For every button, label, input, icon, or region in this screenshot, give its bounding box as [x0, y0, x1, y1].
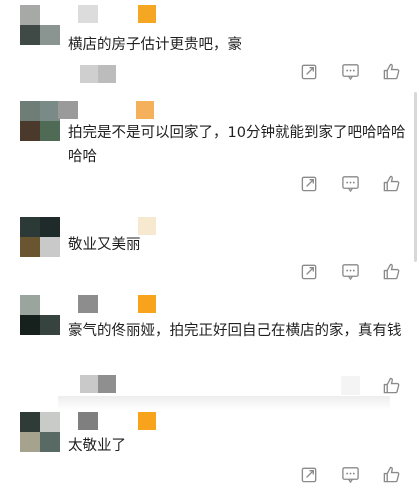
comment-actions [300, 61, 401, 81]
avatar-pixel [40, 25, 60, 45]
username-blur[interactable] [78, 295, 98, 313]
reply-pixel [80, 375, 98, 393]
avatar-pixel [20, 25, 40, 45]
avatar-pixel [20, 412, 40, 432]
reply-pixel [98, 65, 116, 83]
reply-author-blur [80, 375, 118, 393]
thumbs-up-icon[interactable] [382, 465, 401, 484]
level-badge [138, 295, 156, 313]
avatar-pixel [40, 5, 60, 25]
avatar-pixel [40, 121, 60, 141]
avatar[interactable] [20, 295, 60, 335]
avatar-pixel [20, 315, 40, 335]
share-icon[interactable] [300, 62, 319, 81]
thumbs-up-icon[interactable] [382, 376, 401, 395]
comment-text: 拍完是不是可以回家了，10分钟就能到家了吧哈哈哈哈哈 [68, 125, 406, 165]
avatar-pixel [40, 315, 60, 335]
thumbs-up-icon[interactable] [382, 174, 401, 193]
avatar-pixel [20, 237, 40, 257]
share-placeholder [300, 376, 319, 395]
reply-pixel [98, 375, 116, 393]
comment-text: 敬业又美丽 [68, 237, 141, 253]
thumbs-up-icon[interactable] [382, 262, 401, 281]
comment-text: 横店的房子估计更贵吧，豪 [68, 37, 242, 53]
comment-actions [300, 261, 401, 281]
avatar-pixel [20, 121, 40, 141]
comment-actions [300, 173, 401, 193]
comment-icon[interactable] [341, 262, 360, 281]
username-blur[interactable] [78, 412, 98, 430]
comment-text: 太敬业了 [68, 438, 126, 454]
reply-author-blur [80, 65, 118, 83]
reply-pixel [80, 65, 98, 83]
avatar-pixel [40, 101, 60, 121]
avatar[interactable] [20, 5, 60, 45]
avatar-pixel [20, 217, 40, 237]
level-badge [138, 5, 156, 23]
level-badge [136, 101, 154, 119]
comment-icon[interactable] [341, 174, 360, 193]
avatar[interactable] [20, 217, 60, 257]
comment-icon[interactable] [341, 465, 360, 484]
share-icon[interactable] [300, 262, 319, 281]
avatar-pixel [20, 295, 40, 315]
avatar-pixel [40, 217, 60, 237]
thumbs-up-icon[interactable] [382, 62, 401, 81]
avatar[interactable] [20, 101, 60, 141]
comment-icon[interactable] [341, 62, 360, 81]
avatar-pixel [20, 432, 40, 452]
avatar-pixel [20, 5, 40, 25]
share-icon[interactable] [300, 465, 319, 484]
scrollbar[interactable] [414, 92, 417, 262]
avatar-pixel [40, 432, 60, 452]
avatar-pixel [40, 237, 60, 257]
comment-text: 豪气的佟丽娅，拍完正好回自己在横店的家，真有钱 [68, 323, 402, 339]
username-blur[interactable] [78, 5, 98, 23]
avatar-pixel [40, 295, 60, 315]
comment-actions [300, 375, 401, 395]
comment-placeholder [341, 375, 360, 395]
avatar-pixel [20, 101, 40, 121]
scroll-fade [58, 396, 390, 410]
avatar-pixel [40, 412, 60, 432]
avatar[interactable] [20, 412, 60, 452]
comment-actions [300, 464, 401, 484]
share-icon[interactable] [300, 174, 319, 193]
username-blur[interactable] [58, 101, 78, 119]
level-badge [138, 412, 156, 430]
